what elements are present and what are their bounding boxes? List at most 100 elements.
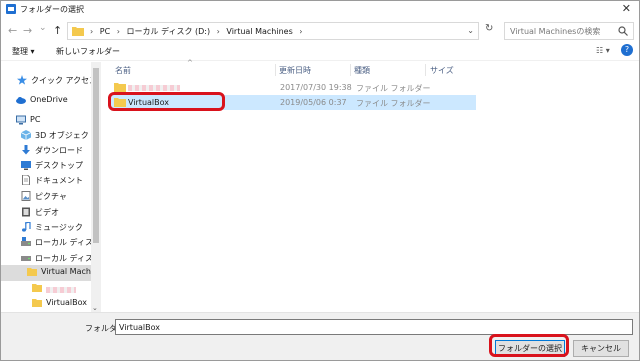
drive-icon	[21, 237, 31, 246]
file-type: ファイル フォルダー	[356, 99, 431, 108]
sidebar-item-local-disk-d[interactable]: ローカル ディスク (D	[1, 251, 101, 266]
sidebar-item-quick-access[interactable]: クイック アクセス	[1, 73, 97, 88]
chevron-right-icon: ›	[216, 27, 220, 36]
command-bar: 整理 ▾ 新しいフォルダー ☷ ▾ ?	[1, 43, 639, 61]
video-icon	[22, 207, 30, 217]
sidebar-item-label: ビデオ	[35, 208, 59, 217]
sidebar-item-3d-objects[interactable]: 3D オブジェクト	[1, 128, 97, 143]
column-header-modified[interactable]: 更新日時	[279, 65, 311, 76]
sidebar-item-local-disk-c[interactable]: ローカル ディスク (C	[1, 235, 101, 250]
new-folder-button[interactable]: 新しいフォルダー	[56, 46, 120, 57]
sidebar-item-downloads[interactable]: ダウンロード	[1, 143, 93, 158]
navigation-scrollbar[interactable]: ⌄	[91, 62, 101, 312]
sidebar-item-label: PC	[30, 115, 41, 124]
sidebar-item-label: ミュージック	[35, 223, 83, 232]
organize-button[interactable]: 整理 ▾	[12, 46, 35, 57]
computer-icon	[16, 115, 26, 125]
window-title: フォルダーの選択	[20, 5, 84, 14]
folder-icon	[72, 27, 84, 36]
sidebar-item-virtual-machines[interactable]: Virtual Machin	[1, 265, 98, 281]
chevron-right-icon: ›	[90, 27, 94, 36]
sidebar-item-pc[interactable]: PC	[1, 113, 93, 128]
navigation-pane: クイック アクセス OneDrive PC 3D オブジェクト ダウンロード デ…	[1, 62, 101, 312]
folder-picker-dialog: フォルダーの選択 ✕ ← → ⌄ ↑ › PC › ローカル ディスク (D:)…	[0, 0, 640, 361]
column-header-name[interactable]: 名前	[115, 65, 131, 76]
sidebar-item-label: クイック アクセス	[31, 76, 98, 85]
scrollbar-thumb[interactable]	[93, 68, 99, 243]
dialog-footer: フォルダー: フォルダーの選択 キャンセル	[1, 312, 639, 360]
sidebar-item-label: ピクチャ	[35, 192, 67, 201]
sidebar-item-videos[interactable]: ビデオ	[1, 205, 93, 220]
breadcrumb: › PC › ローカル ディスク (D:) › Virtual Machines…	[90, 26, 306, 37]
recent-locations-icon[interactable]: ⌄	[39, 23, 47, 33]
chevron-down-icon[interactable]: ⌄	[92, 304, 98, 312]
select-folder-button[interactable]: フォルダーの選択	[495, 340, 565, 357]
sidebar-item-virtualbox[interactable]: VirtualBox	[1, 296, 93, 311]
cancel-button[interactable]: キャンセル	[573, 340, 629, 357]
download-icon	[22, 145, 30, 155]
refresh-icon[interactable]: ↻	[485, 23, 493, 34]
column-header-size[interactable]: サイズ	[430, 65, 454, 76]
music-icon	[22, 222, 31, 232]
sidebar-item-label: Virtual Machin	[41, 267, 99, 276]
folder-icon	[32, 284, 42, 292]
sidebar-item-label: ドキュメント	[35, 176, 83, 185]
sidebar-item-label: ダウンロード	[35, 146, 83, 155]
file-row[interactable]: 2017/07/30 19:38 ファイル フォルダー	[110, 80, 476, 95]
sidebar-item-label: OneDrive	[30, 95, 68, 104]
file-name: VirtualBox	[128, 98, 170, 107]
help-icon[interactable]: ?	[621, 44, 633, 56]
column-divider[interactable]	[350, 64, 351, 76]
sidebar-item-label: デスクトップ	[35, 161, 83, 170]
address-row: ← → ⌄ ↑ › PC › ローカル ディスク (D:) › Virtual …	[1, 19, 639, 43]
file-modified: 2019/05/06 0:37	[280, 98, 347, 107]
file-type: ファイル フォルダー	[356, 84, 431, 93]
close-icon[interactable]: ✕	[622, 2, 631, 15]
cloud-icon	[16, 97, 26, 104]
app-icon	[6, 4, 16, 14]
document-icon	[22, 175, 30, 185]
sort-ascending-icon: ^	[187, 59, 193, 67]
file-modified: 2017/07/30 19:38	[280, 83, 352, 92]
breadcrumb-local-disk-d[interactable]: ローカル ディスク (D:)	[126, 27, 210, 36]
search-input[interactable]	[510, 25, 615, 37]
cube-icon	[21, 130, 31, 140]
drive-icon	[21, 256, 31, 261]
sidebar-item-onedrive[interactable]: OneDrive	[1, 93, 93, 108]
chevron-right-icon: ›	[116, 27, 120, 36]
star-icon	[17, 75, 27, 85]
folder-name-input[interactable]	[115, 319, 633, 335]
view-options-button[interactable]: ☷ ▾	[596, 46, 610, 55]
search-box	[504, 22, 634, 40]
folder-icon	[114, 83, 126, 92]
forward-arrow-icon[interactable]: →	[23, 24, 32, 37]
column-divider[interactable]	[425, 64, 426, 76]
file-row-selected[interactable]: VirtualBox 2019/05/06 0:37 ファイル フォルダー	[110, 95, 476, 110]
breadcrumb-pc[interactable]: PC	[100, 27, 110, 36]
sidebar-item-documents[interactable]: ドキュメント	[1, 173, 93, 188]
folder-icon	[32, 299, 42, 307]
folder-icon	[27, 268, 37, 276]
sidebar-item-label: 3D オブジェクト	[35, 131, 97, 140]
sidebar-item-label: VirtualBox	[46, 298, 88, 307]
title-bar: フォルダーの選択 ✕	[1, 1, 639, 17]
column-divider[interactable]	[275, 64, 276, 76]
address-bar[interactable]: › PC › ローカル ディスク (D:) › Virtual Machines…	[67, 22, 479, 40]
chevron-right-icon[interactable]: ›	[299, 27, 302, 36]
up-arrow-icon[interactable]: ↑	[53, 24, 62, 37]
back-arrow-icon[interactable]: ←	[8, 24, 17, 37]
folder-icon	[114, 98, 126, 107]
file-list: 名前 ^ 更新日時 種類 サイズ 2017/07/30 19:38 ファイル フ…	[105, 59, 639, 312]
breadcrumb-virtual-machines[interactable]: Virtual Machines	[226, 27, 292, 36]
search-icon[interactable]	[618, 26, 628, 36]
file-name-redacted	[128, 83, 180, 92]
redacted-name	[46, 285, 76, 294]
desktop-icon	[21, 161, 31, 170]
sidebar-item-desktop[interactable]: デスクトップ	[1, 158, 93, 173]
sidebar-item-music[interactable]: ミュージック	[1, 220, 93, 235]
picture-icon	[21, 191, 31, 201]
column-header-type[interactable]: 種類	[354, 65, 370, 76]
sidebar-item-redacted-folder[interactable]	[1, 281, 93, 296]
chevron-down-icon[interactable]: ⌄	[467, 26, 474, 35]
sidebar-item-pictures[interactable]: ピクチャ	[1, 189, 93, 204]
